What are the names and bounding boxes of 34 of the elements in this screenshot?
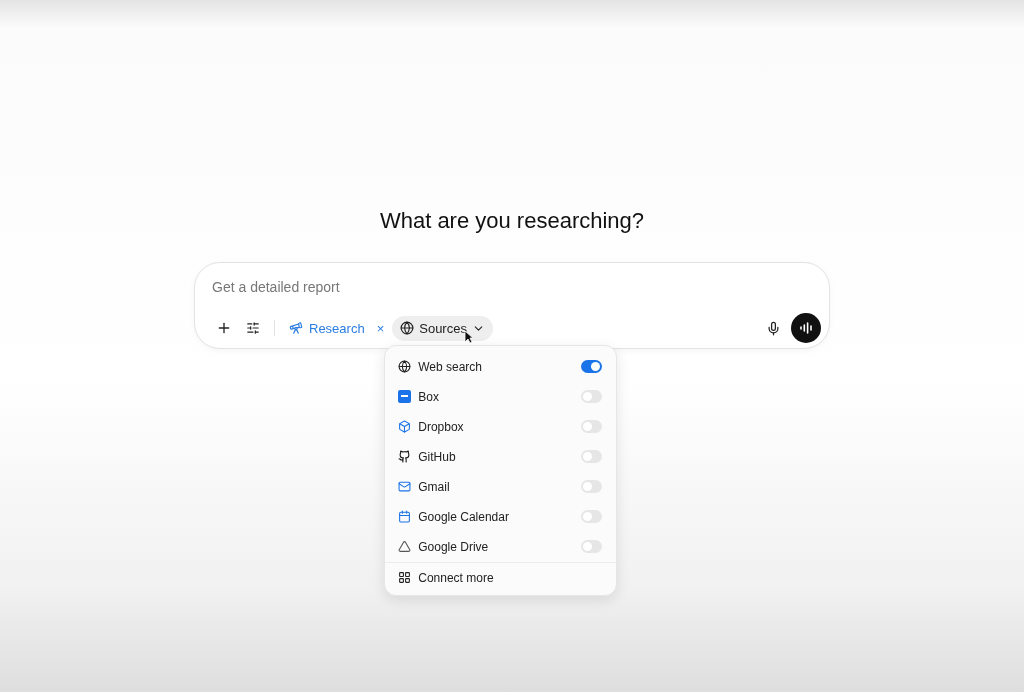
source-label: GitHub xyxy=(418,449,457,464)
toggle-switch[interactable] xyxy=(581,420,603,433)
toggle-switch[interactable] xyxy=(581,390,603,403)
toggle-switch[interactable] xyxy=(581,450,603,463)
page-heading: What are you researching? xyxy=(379,208,645,234)
source-label: Gmail xyxy=(418,479,451,494)
source-label: Google Drive xyxy=(418,539,490,554)
toggle-switch[interactable] xyxy=(581,360,603,373)
source-label: Dropbox xyxy=(418,419,465,434)
telescope-icon xyxy=(289,321,303,335)
globe-icon xyxy=(400,321,415,335)
research-mode-button[interactable]: Research xyxy=(285,316,369,340)
calendar-icon xyxy=(398,510,412,523)
connect-more-button[interactable]: Connect more xyxy=(385,561,617,591)
voice-button[interactable] xyxy=(791,313,821,343)
grid-icon xyxy=(398,571,412,584)
mail-icon xyxy=(398,480,412,493)
waveform-icon xyxy=(799,322,813,334)
source-label: Web search xyxy=(418,359,484,374)
toggle-switch[interactable] xyxy=(581,510,603,523)
globe-icon xyxy=(398,360,412,373)
sliders-icon xyxy=(246,321,260,335)
sources-button[interactable]: Sources xyxy=(392,315,493,341)
source-label: Google Calendar xyxy=(418,509,510,524)
microphone-icon xyxy=(766,320,781,336)
triangle-icon xyxy=(398,540,412,553)
toggle-switch[interactable] xyxy=(581,480,603,493)
toggle-switch[interactable] xyxy=(581,540,603,553)
remove-mode-button[interactable]: × xyxy=(374,320,387,336)
box-icon xyxy=(398,390,412,403)
cube-icon xyxy=(398,420,412,433)
prompt-field[interactable]: Get a detailed report xyxy=(212,277,821,297)
source-label: Box xyxy=(418,389,440,404)
plus-icon xyxy=(216,320,232,336)
